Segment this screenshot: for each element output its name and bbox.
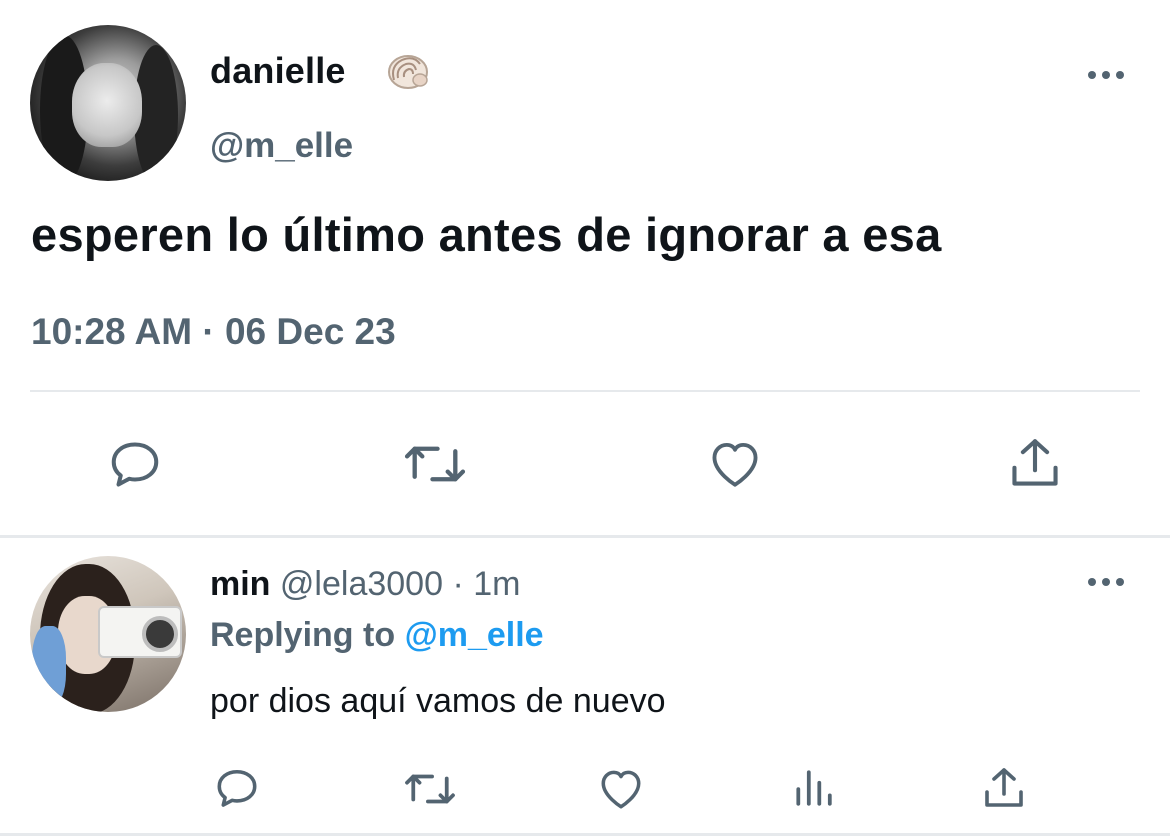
more-options-icon[interactable] <box>1086 68 1126 82</box>
share-icon[interactable] <box>1006 434 1064 492</box>
spiral-shell-icon <box>384 50 430 92</box>
like-icon[interactable] <box>706 435 764 491</box>
share-icon[interactable] <box>980 764 1028 812</box>
retweet-icon[interactable] <box>402 766 458 812</box>
divider <box>0 833 1170 836</box>
reply-time[interactable]: 1m <box>473 565 520 603</box>
divider <box>0 535 1170 538</box>
reply-header: min @lela3000 · 1m <box>210 565 520 604</box>
retweet-icon[interactable] <box>402 436 468 492</box>
replying-to-line: Replying to @m_elle <box>210 616 544 655</box>
reply-author-handle[interactable]: @lela3000 <box>280 565 443 603</box>
reply-icon[interactable] <box>105 434 165 494</box>
author-handle[interactable]: @m_elle <box>210 126 353 166</box>
reply-author-name[interactable]: min <box>210 565 270 603</box>
reply-text: por dios aquí vamos de nuevo <box>210 682 666 720</box>
reply-icon[interactable] <box>212 763 262 813</box>
meta-separator: · <box>452 565 464 603</box>
replying-to-label: Replying to <box>210 616 396 654</box>
more-options-icon[interactable] <box>1086 575 1126 589</box>
author-name[interactable]: danielle <box>210 50 346 92</box>
tweet-timestamp[interactable]: 10:28 AM · 06 Dec 23 <box>31 311 396 353</box>
analytics-icon[interactable] <box>792 766 834 808</box>
like-icon[interactable] <box>596 764 646 812</box>
author-avatar[interactable] <box>30 25 186 181</box>
tweet-text: esperen lo último antes de ignorar a esa <box>31 208 942 261</box>
replying-to-mention[interactable]: @m_elle <box>405 616 544 654</box>
reply-author-avatar[interactable] <box>30 556 186 712</box>
divider <box>30 390 1140 392</box>
